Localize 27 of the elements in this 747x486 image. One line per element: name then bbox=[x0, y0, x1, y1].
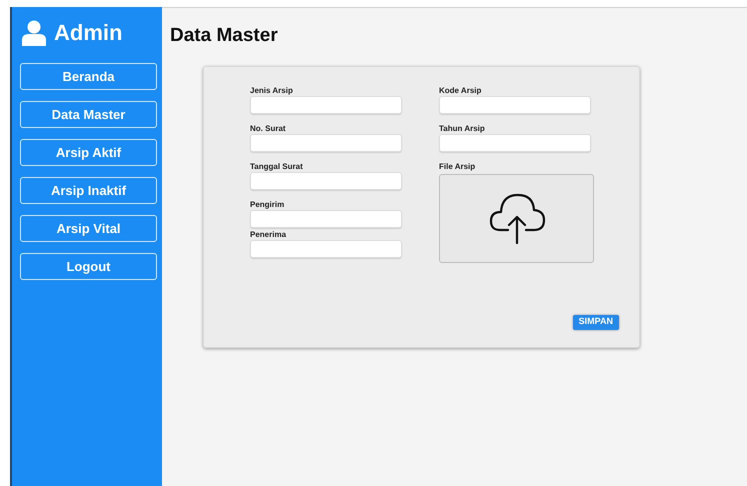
user-icon bbox=[22, 20, 46, 46]
menu-button[interactable]: Arsip Vital bbox=[20, 215, 157, 242]
menu-button[interactable]: Data Master bbox=[20, 101, 157, 128]
field-label: Kode Arsip bbox=[439, 86, 482, 96]
page-title: Data Master bbox=[170, 24, 278, 48]
input-field[interactable] bbox=[439, 134, 591, 152]
field-label: No. Surat bbox=[250, 124, 286, 134]
input-field[interactable] bbox=[439, 96, 591, 114]
menu-button[interactable]: Beranda bbox=[20, 63, 157, 90]
field-label: Tanggal Surat bbox=[250, 162, 303, 172]
input-field[interactable] bbox=[250, 96, 402, 114]
input-field[interactable] bbox=[250, 240, 402, 258]
cloud-upload-icon bbox=[488, 191, 546, 245]
save-button[interactable]: SIMPAN bbox=[572, 314, 619, 330]
input-field[interactable] bbox=[250, 134, 402, 152]
menu-button[interactable]: Logout bbox=[20, 253, 157, 280]
field-label: Tahun Arsip bbox=[439, 124, 485, 134]
field-label: Penerima bbox=[250, 230, 286, 240]
input-field[interactable] bbox=[250, 210, 402, 228]
menu-button[interactable]: Arsip Aktif bbox=[20, 139, 157, 166]
field-label: File Arsip bbox=[439, 162, 476, 172]
input-field[interactable] bbox=[250, 172, 402, 190]
menu-button[interactable]: Arsip Inaktif bbox=[20, 177, 157, 204]
field-label: Pengirim bbox=[250, 200, 284, 210]
field-label: Jenis Arsip bbox=[250, 86, 293, 96]
sidebar-title: Admin bbox=[54, 19, 122, 47]
upload-area[interactable] bbox=[439, 174, 594, 262]
